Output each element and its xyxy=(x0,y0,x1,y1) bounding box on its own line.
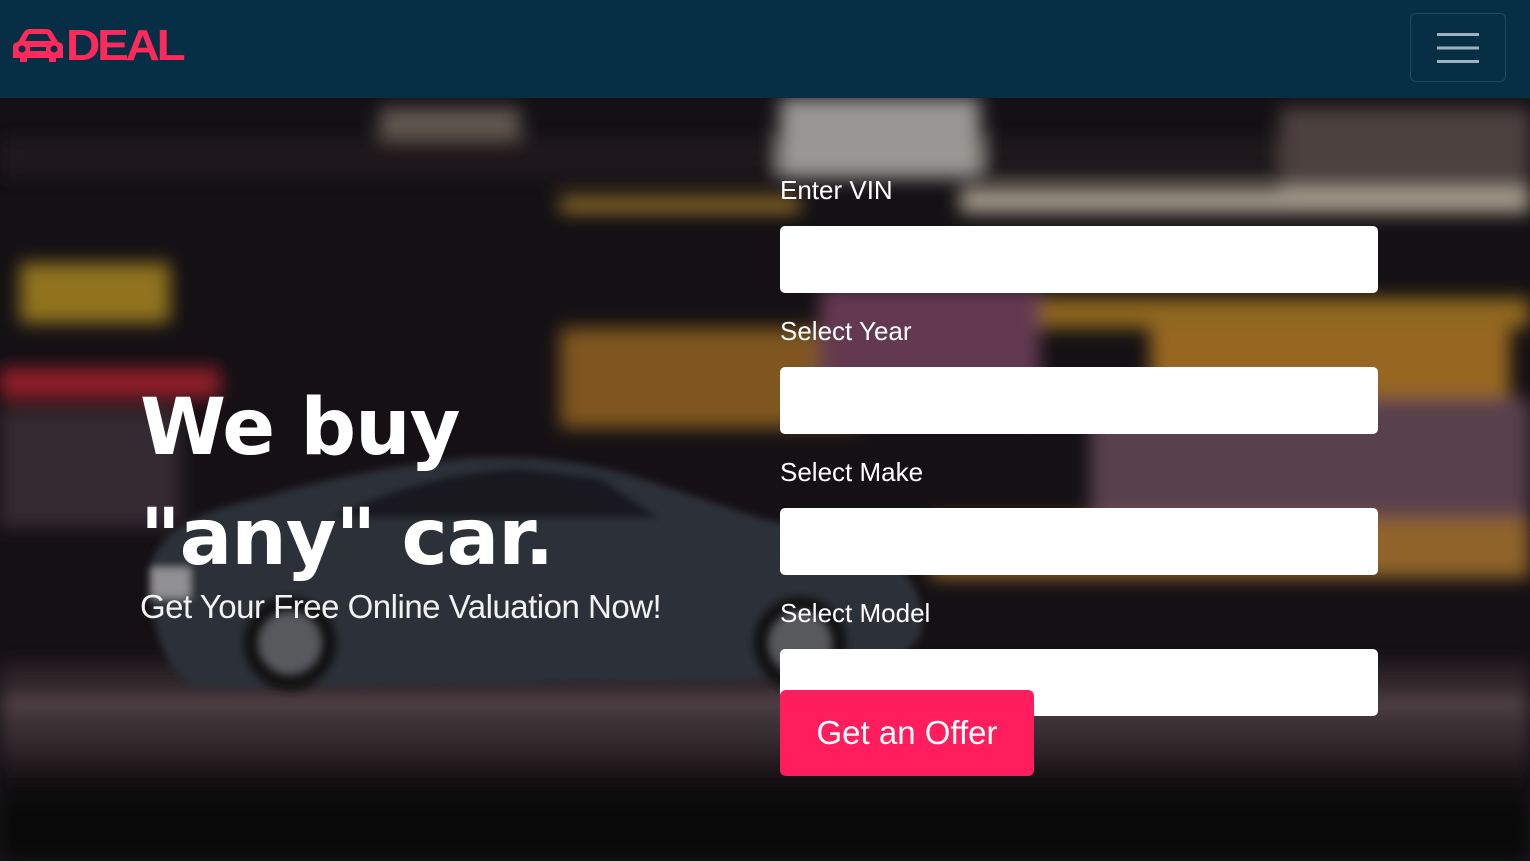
vin-input[interactable] xyxy=(780,226,1378,293)
navbar: DEAL xyxy=(0,0,1530,98)
hero-section: We buy "any" car. Get Your Free Online V… xyxy=(0,98,1530,861)
menu-toggle-button[interactable] xyxy=(1410,13,1506,82)
brand-logo[interactable]: DEAL xyxy=(12,24,186,68)
make-label: Select Make xyxy=(780,457,924,487)
model-label: Select Model xyxy=(780,598,931,628)
get-offer-button[interactable]: Get an Offer xyxy=(780,690,1034,776)
year-label: Select Year xyxy=(780,316,912,346)
year-select[interactable] xyxy=(780,367,1378,434)
make-select[interactable] xyxy=(780,508,1378,575)
hero-subheadline: Get Your Free Online Valuation Now! xyxy=(140,588,662,625)
vin-label: Enter VIN xyxy=(780,175,893,205)
hamburger-menu-icon xyxy=(1437,32,1479,63)
brand-name: DEAL xyxy=(66,21,186,70)
valuation-form: Enter VIN Select Year Select Make Select… xyxy=(780,173,1378,737)
car-icon xyxy=(13,29,63,62)
hero-headline: We buy "any" car. xyxy=(140,383,554,583)
